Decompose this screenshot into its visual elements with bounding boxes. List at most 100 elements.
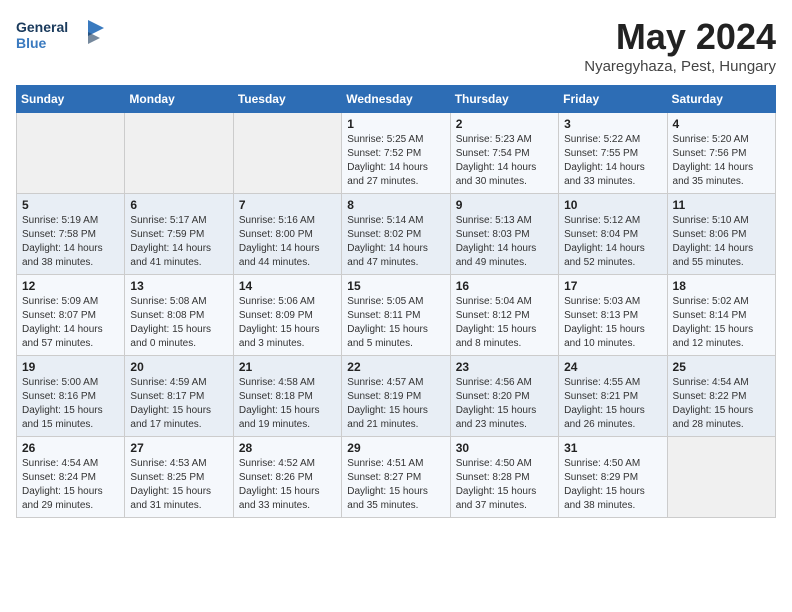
day-number: 19: [22, 360, 119, 374]
day-number: 11: [673, 198, 770, 212]
day-info: Sunrise: 5:19 AM Sunset: 7:58 PM Dayligh…: [22, 214, 119, 270]
day-number: 12: [22, 279, 119, 293]
weekday-header-cell: Sunday: [17, 86, 125, 113]
day-number: 31: [564, 441, 661, 455]
day-number: 2: [456, 117, 553, 131]
calendar-week-row: 12 Sunrise: 5:09 AM Sunset: 8:07 PM Dayli…: [17, 275, 776, 356]
day-number: 24: [564, 360, 661, 374]
day-info: Sunrise: 5:02 AM Sunset: 8:14 PM Dayligh…: [673, 295, 770, 351]
calendar-day-cell: 10Sunrise: 5:12 AM Sunset: 8:04 PM Dayli…: [559, 194, 667, 275]
day-number: 14: [239, 279, 336, 293]
day-info: Sunrise: 4:50 AM Sunset: 8:28 PM Dayligh…: [456, 457, 553, 513]
day-info: Sunrise: 5:00 AM Sunset: 8:16 PM Dayligh…: [22, 376, 119, 432]
calendar-day-cell: 11 Sunrise: 5:10 AM Sunset: 8:06 PM Dayli…: [667, 194, 775, 275]
day-number: 27: [130, 441, 227, 455]
weekday-header-cell: Friday: [559, 86, 667, 113]
day-number: 20: [130, 360, 227, 374]
calendar-day-cell: 8 Sunrise: 5:14 AM Sunset: 8:02 PM Daylig…: [342, 194, 450, 275]
day-number: 15: [347, 279, 444, 293]
day-number: 6: [130, 198, 227, 212]
calendar-day-cell: 2 Sunrise: 5:23 AM Sunset: 7:54 PM Daylig…: [450, 113, 558, 194]
calendar-day-cell: 15 Sunrise: 5:05 AM Sunset: 8:11 PM Dayli…: [342, 275, 450, 356]
title-block: May 2024 Nyaregyhaza, Pest, Hungary: [584, 16, 776, 75]
calendar-day-cell: 1Sunrise: 5:25 AM Sunset: 7:52 PM Daylig…: [342, 113, 450, 194]
calendar-day-cell: 29Sunrise: 4:51 AM Sunset: 8:27 PM Dayli…: [342, 437, 450, 518]
calendar-week-row: 1Sunrise: 5:25 AM Sunset: 7:52 PM Daylig…: [17, 113, 776, 194]
svg-text:Blue: Blue: [16, 35, 47, 51]
calendar-day-cell: 6 Sunrise: 5:17 AM Sunset: 7:59 PM Daylig…: [125, 194, 233, 275]
day-info: Sunrise: 5:09 AM Sunset: 8:07 PM Dayligh…: [22, 295, 119, 351]
day-info: Sunrise: 4:51 AM Sunset: 8:27 PM Dayligh…: [347, 457, 444, 513]
calendar-day-cell: 22 Sunrise: 4:57 AM Sunset: 8:19 PM Dayli…: [342, 356, 450, 437]
calendar-day-cell: 30 Sunrise: 4:50 AM Sunset: 8:28 PM Dayli…: [450, 437, 558, 518]
calendar-day-cell: 4Sunrise: 5:20 AM Sunset: 7:56 PM Daylig…: [667, 113, 775, 194]
day-number: 7: [239, 198, 336, 212]
day-info: Sunrise: 5:23 AM Sunset: 7:54 PM Dayligh…: [456, 133, 553, 189]
day-info: Sunrise: 5:12 AM Sunset: 8:04 PM Dayligh…: [564, 214, 661, 270]
weekday-header-cell: Monday: [125, 86, 233, 113]
day-info: Sunrise: 4:55 AM Sunset: 8:21 PM Dayligh…: [564, 376, 661, 432]
weekday-header-row: SundayMondayTuesdayWednesdayThursdayFrid…: [17, 86, 776, 113]
calendar-day-cell: 28Sunrise: 4:52 AM Sunset: 8:26 PM Dayli…: [233, 437, 341, 518]
calendar-day-cell: 16Sunrise: 5:04 AM Sunset: 8:12 PM Dayli…: [450, 275, 558, 356]
day-info: Sunrise: 5:05 AM Sunset: 8:11 PM Dayligh…: [347, 295, 444, 351]
day-number: 3: [564, 117, 661, 131]
day-number: 25: [673, 360, 770, 374]
weekday-header-cell: Thursday: [450, 86, 558, 113]
day-info: Sunrise: 4:52 AM Sunset: 8:26 PM Dayligh…: [239, 457, 336, 513]
day-info: Sunrise: 4:54 AM Sunset: 8:22 PM Dayligh…: [673, 376, 770, 432]
calendar-day-cell: 31 Sunrise: 4:50 AM Sunset: 8:29 PM Dayli…: [559, 437, 667, 518]
calendar-day-cell: 24 Sunrise: 4:55 AM Sunset: 8:21 PM Dayli…: [559, 356, 667, 437]
calendar-day-cell: [233, 113, 341, 194]
calendar-day-cell: 19 Sunrise: 5:00 AM Sunset: 8:16 PM Dayli…: [17, 356, 125, 437]
day-number: 5: [22, 198, 119, 212]
day-number: 26: [22, 441, 119, 455]
day-number: 13: [130, 279, 227, 293]
calendar-day-cell: 3 Sunrise: 5:22 AM Sunset: 7:55 PM Daylig…: [559, 113, 667, 194]
day-info: Sunrise: 4:58 AM Sunset: 8:18 PM Dayligh…: [239, 376, 336, 432]
weekday-header-cell: Tuesday: [233, 86, 341, 113]
location-subtitle: Nyaregyhaza, Pest, Hungary: [584, 58, 776, 75]
calendar-day-cell: 7 Sunrise: 5:16 AM Sunset: 8:00 PM Daylig…: [233, 194, 341, 275]
day-info: Sunrise: 5:06 AM Sunset: 8:09 PM Dayligh…: [239, 295, 336, 351]
day-info: Sunrise: 4:50 AM Sunset: 8:29 PM Dayligh…: [564, 457, 661, 513]
calendar-day-cell: 5 Sunrise: 5:19 AM Sunset: 7:58 PM Daylig…: [17, 194, 125, 275]
calendar-day-cell: [17, 113, 125, 194]
day-number: 30: [456, 441, 553, 455]
day-info: Sunrise: 4:53 AM Sunset: 8:25 PM Dayligh…: [130, 457, 227, 513]
calendar-day-cell: 23Sunrise: 4:56 AM Sunset: 8:20 PM Dayli…: [450, 356, 558, 437]
calendar-week-row: 26 Sunrise: 4:54 AM Sunset: 8:24 PM Dayli…: [17, 437, 776, 518]
day-info: Sunrise: 5:08 AM Sunset: 8:08 PM Dayligh…: [130, 295, 227, 351]
day-info: Sunrise: 5:16 AM Sunset: 8:00 PM Dayligh…: [239, 214, 336, 270]
day-number: 9: [456, 198, 553, 212]
day-number: 18: [673, 279, 770, 293]
logo: General Blue: [16, 16, 106, 63]
day-number: 17: [564, 279, 661, 293]
logo-svg: General Blue: [16, 16, 106, 58]
month-year-title: May 2024: [584, 16, 776, 58]
day-info: Sunrise: 5:14 AM Sunset: 8:02 PM Dayligh…: [347, 214, 444, 270]
day-info: Sunrise: 4:56 AM Sunset: 8:20 PM Dayligh…: [456, 376, 553, 432]
day-info: Sunrise: 5:20 AM Sunset: 7:56 PM Dayligh…: [673, 133, 770, 189]
calendar-table: SundayMondayTuesdayWednesdayThursdayFrid…: [16, 85, 776, 518]
calendar-day-cell: 13 Sunrise: 5:08 AM Sunset: 8:08 PM Dayli…: [125, 275, 233, 356]
calendar-day-cell: 26 Sunrise: 4:54 AM Sunset: 8:24 PM Dayli…: [17, 437, 125, 518]
day-number: 1: [347, 117, 444, 131]
day-number: 22: [347, 360, 444, 374]
day-info: Sunrise: 4:57 AM Sunset: 8:19 PM Dayligh…: [347, 376, 444, 432]
calendar-week-row: 19 Sunrise: 5:00 AM Sunset: 8:16 PM Dayli…: [17, 356, 776, 437]
day-info: Sunrise: 4:54 AM Sunset: 8:24 PM Dayligh…: [22, 457, 119, 513]
calendar-day-cell: 9 Sunrise: 5:13 AM Sunset: 8:03 PM Daylig…: [450, 194, 558, 275]
calendar-day-cell: 25 Sunrise: 4:54 AM Sunset: 8:22 PM Dayli…: [667, 356, 775, 437]
day-info: Sunrise: 5:10 AM Sunset: 8:06 PM Dayligh…: [673, 214, 770, 270]
calendar-body: 1Sunrise: 5:25 AM Sunset: 7:52 PM Daylig…: [17, 113, 776, 518]
calendar-day-cell: 27 Sunrise: 4:53 AM Sunset: 8:25 PM Dayli…: [125, 437, 233, 518]
weekday-header-cell: Wednesday: [342, 86, 450, 113]
calendar-day-cell: 18 Sunrise: 5:02 AM Sunset: 8:14 PM Dayli…: [667, 275, 775, 356]
day-number: 8: [347, 198, 444, 212]
calendar-week-row: 5 Sunrise: 5:19 AM Sunset: 7:58 PM Daylig…: [17, 194, 776, 275]
calendar-day-cell: [125, 113, 233, 194]
day-info: Sunrise: 5:22 AM Sunset: 7:55 PM Dayligh…: [564, 133, 661, 189]
day-info: Sunrise: 5:17 AM Sunset: 7:59 PM Dayligh…: [130, 214, 227, 270]
day-info: Sunrise: 5:13 AM Sunset: 8:03 PM Dayligh…: [456, 214, 553, 270]
